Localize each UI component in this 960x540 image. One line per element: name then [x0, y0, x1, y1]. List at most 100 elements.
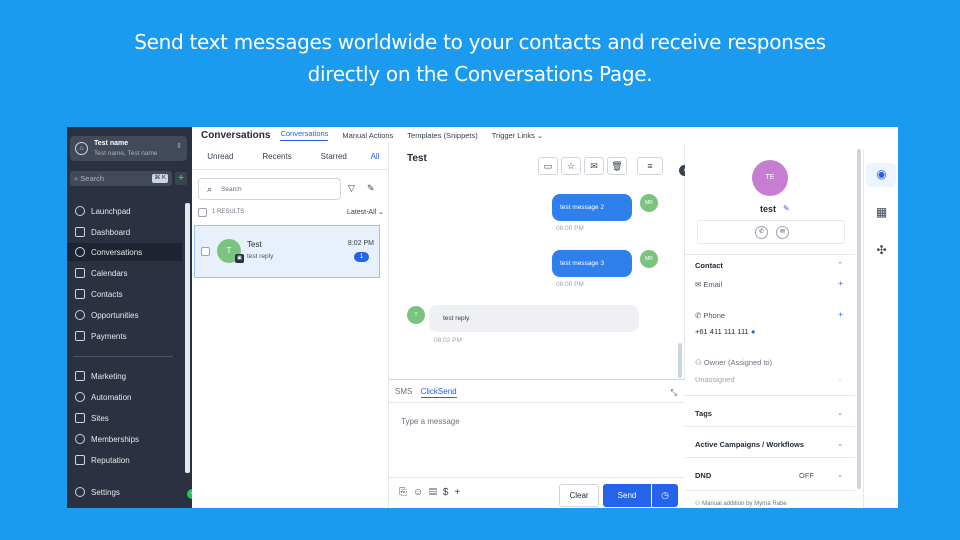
user-circle-icon[interactable]: ◉: [874, 167, 889, 182]
memberships-icon: [75, 434, 85, 444]
sidebar-item-calendars[interactable]: Calendars: [67, 264, 182, 282]
sidebar-item-conversations[interactable]: Conversations: [67, 243, 182, 261]
message-incoming: test reply: [429, 305, 639, 332]
contact-scrollbar[interactable]: [857, 149, 861, 489]
contact-actions: ✆ ✉: [697, 220, 845, 244]
conversation-item[interactable]: T ▣ Test test reply 8:02 PM 1: [194, 225, 380, 278]
tab-all[interactable]: All: [362, 152, 388, 161]
select-all-checkbox[interactable]: [198, 208, 207, 217]
dnd-section[interactable]: DND: [695, 471, 711, 480]
right-icon-rail: ◉ ▦ ✣: [863, 149, 898, 508]
phone-icon[interactable]: ✆: [755, 226, 768, 239]
star-icon: [75, 455, 85, 465]
emoji-icon[interactable]: ☺: [413, 487, 429, 498]
conversation-time: 8:02 PM: [347, 240, 374, 247]
sidebar-item-settings[interactable]: Settings: [67, 483, 182, 501]
headline-line-2: directly on the Conversations Page.: [307, 62, 653, 86]
calendar-icon: [75, 268, 85, 278]
divider: [685, 426, 855, 427]
folder-icon[interactable]: ▭: [538, 157, 558, 175]
conversation-preview: test reply: [247, 253, 274, 260]
conversation-checkbox[interactable]: [201, 247, 210, 256]
tab-manual-actions[interactable]: Manual Actions: [342, 131, 393, 140]
schedule-clock-icon[interactable]: ◷: [652, 484, 678, 507]
document-icon[interactable]: ▤: [429, 487, 443, 498]
dollar-icon[interactable]: $: [443, 487, 455, 498]
payments-icon: [75, 331, 85, 341]
composer-tools: ⎘☺▤$+: [399, 487, 466, 498]
send-button[interactable]: Send: [603, 484, 651, 507]
account-switcher[interactable]: ⌂ Test name Test name, Test name ⇕: [70, 136, 187, 161]
calendar-icon[interactable]: ▦: [874, 205, 889, 220]
collapse-icon[interactable]: ⤡: [671, 388, 677, 398]
compose-icon[interactable]: ✎: [367, 183, 375, 194]
mail-icon[interactable]: ✉: [776, 226, 789, 239]
chevron-down-icon[interactable]: ⌄: [837, 409, 843, 417]
chevron-down-icon[interactable]: ⌄: [837, 471, 843, 479]
rocket-icon: [75, 206, 85, 216]
network-icon[interactable]: ✣: [874, 243, 889, 258]
tab-sms[interactable]: SMS: [395, 387, 412, 396]
tab-recents[interactable]: Recents: [249, 152, 306, 161]
chat-contact-name: Test: [407, 153, 427, 164]
sidebar-item-memberships[interactable]: Memberships: [67, 430, 182, 448]
account-avatar-icon: ⌂: [75, 142, 88, 155]
filter-lines-icon[interactable]: ≡: [637, 157, 663, 175]
edit-pencil-icon[interactable]: ✎: [783, 204, 790, 213]
avatar: MR: [640, 250, 658, 268]
grid-icon: [75, 227, 85, 237]
sidebar-item-dashboard[interactable]: Dashboard: [67, 223, 182, 241]
tab-unread[interactable]: Unread: [192, 152, 249, 161]
phone-value[interactable]: +61 411 111 111 ●: [695, 327, 755, 336]
clear-button[interactable]: Clear: [559, 484, 599, 507]
chat-scrollbar[interactable]: [678, 343, 682, 378]
conversation-list-panel: Unread Recents Starred All ⌕ Search ▽ ✎ …: [192, 143, 389, 508]
campaigns-section[interactable]: Active Campaigns / Workflows: [695, 440, 804, 449]
plus-icon[interactable]: +: [454, 487, 466, 498]
dnd-value: OFF: [799, 471, 814, 480]
sort-dropdown[interactable]: Latest-All ⌄: [347, 208, 384, 216]
conversation-search-input[interactable]: ⌕ Search: [198, 178, 341, 200]
sidebar-scrollbar[interactable]: [185, 203, 190, 473]
owner-label: ⚇ Owner (Assigned to): [695, 358, 773, 367]
owner-select[interactable]: Unassigned: [695, 375, 735, 384]
contacts-icon: [75, 289, 85, 299]
search-icon: ⌕: [207, 184, 213, 194]
tab-templates[interactable]: Templates (Snippets): [407, 131, 477, 140]
tab-starred[interactable]: Starred: [305, 152, 362, 161]
account-sub: Test name, Test name: [94, 150, 158, 157]
tab-trigger-links[interactable]: Trigger Links ⌄: [492, 131, 543, 140]
filter-icon[interactable]: ▽: [348, 183, 355, 194]
unread-badge: 1: [354, 252, 369, 262]
sidebar-item-contacts[interactable]: Contacts: [67, 285, 182, 303]
message-outgoing: test message 3: [552, 250, 632, 277]
send-icon: [75, 371, 85, 381]
sidebar-item-marketing[interactable]: Marketing: [67, 367, 182, 385]
chevron-down-icon[interactable]: ⌄: [837, 440, 843, 448]
quick-add-button[interactable]: +: [175, 172, 187, 185]
chevron-up-icon[interactable]: ⌃: [837, 261, 843, 269]
chevron-down-icon[interactable]: ⌄: [837, 375, 843, 383]
chat-header: Test ▭ ☆ ✉ 🗑 ≡: [389, 143, 685, 175]
sidebar-item-reputation[interactable]: Reputation: [67, 451, 182, 469]
sites-icon: [75, 413, 85, 423]
tab-clicksend[interactable]: ClickSend: [420, 387, 457, 398]
sidebar-search[interactable]: ⌕ Search ⌘ K: [70, 171, 172, 186]
tab-conversations[interactable]: Conversations: [280, 129, 329, 141]
sidebar-item-payments[interactable]: Payments: [67, 327, 182, 345]
search-shortcut: ⌘ K: [152, 174, 168, 183]
tags-section[interactable]: Tags: [695, 409, 712, 418]
message-input[interactable]: Type a message: [389, 402, 685, 478]
opportunities-icon: [75, 310, 85, 320]
sidebar-item-automation[interactable]: Automation: [67, 388, 182, 406]
mail-open-icon[interactable]: ✉: [584, 157, 604, 175]
sidebar-item-opportunities[interactable]: Opportunities: [67, 306, 182, 324]
sidebar-item-sites[interactable]: Sites: [67, 409, 182, 427]
add-email-button[interactable]: +: [838, 279, 843, 288]
add-phone-button[interactable]: +: [838, 310, 843, 319]
sidebar-item-launchpad[interactable]: Launchpad: [67, 202, 182, 220]
attach-icon[interactable]: ⎘: [399, 487, 413, 498]
star-icon[interactable]: ☆: [561, 157, 581, 175]
trash-icon[interactable]: 🗑: [607, 157, 627, 175]
contact-avatar: TE: [752, 160, 788, 196]
